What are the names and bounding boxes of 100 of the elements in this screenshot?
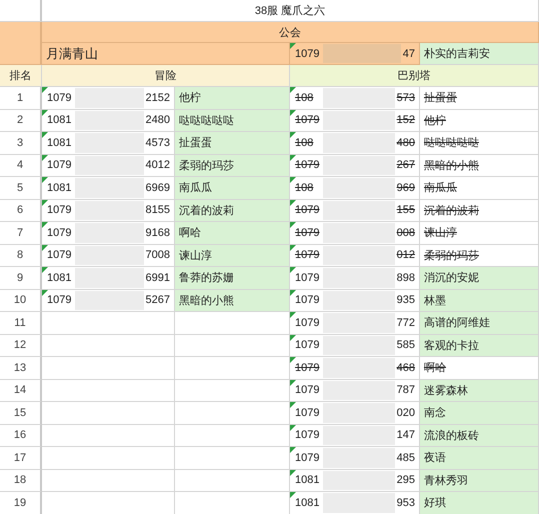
corner-triangle-icon <box>42 110 48 116</box>
blurred-region <box>323 178 395 198</box>
id-suffix: 008 <box>396 226 415 239</box>
row-number: 18 <box>0 470 42 492</box>
corner-triangle-icon <box>290 334 296 340</box>
id-prefix: 1079 <box>295 272 320 284</box>
blurred-region <box>323 200 395 220</box>
table-cell: 扯蛋蛋 <box>420 87 539 110</box>
id-prefix: 1081 <box>47 136 72 149</box>
id-prefix: 1079 <box>47 294 72 306</box>
corner-triangle-icon <box>290 424 296 430</box>
blurred-region <box>323 358 395 378</box>
id-prefix: 1079 <box>47 249 72 262</box>
row-number: 2 <box>0 110 42 132</box>
corner-triangle-icon <box>290 110 296 116</box>
id-prefix: 108 <box>295 136 314 149</box>
id-suffix: 4012 <box>146 159 170 172</box>
table-cell: 南瓜瓜 <box>175 177 290 200</box>
id-suffix: 585 <box>396 339 415 352</box>
id-suffix: 9168 <box>146 226 170 239</box>
sheet-title: 38服 魔爪之六 <box>42 0 539 22</box>
id-suffix: 898 <box>396 272 415 284</box>
table-cell: 黑暗的小熊 <box>175 290 290 312</box>
id-suffix: 147 <box>396 429 415 442</box>
row-number: 8 <box>0 244 42 267</box>
guild-header: 公会 <box>42 22 539 43</box>
corner-triangle-icon <box>290 290 296 296</box>
corner-triangle-icon <box>290 132 296 138</box>
header-cell <box>0 22 42 65</box>
corner-triangle-icon <box>42 267 48 273</box>
corner-triangle-icon <box>290 154 296 160</box>
table-cell: 哒哒哒哒哒 <box>420 132 539 154</box>
id-prefix: 1079 <box>295 452 320 464</box>
table-cell: 青林秀羽 <box>420 470 539 492</box>
id-suffix: 935 <box>396 294 415 306</box>
id-prefix: 1079 <box>295 316 320 329</box>
row-number: 17 <box>0 447 42 470</box>
table-cell: 流浪的板砖 <box>420 424 539 447</box>
row-number: 11 <box>0 312 42 334</box>
table-cell: 柔弱的玛莎 <box>420 244 539 267</box>
row-number: 9 <box>0 267 42 290</box>
id-prefix: 1079 <box>295 339 320 352</box>
table-cell: 他柠 <box>175 87 290 110</box>
table-cell: 南瓜瓜 <box>420 177 539 200</box>
row-number: 16 <box>0 424 42 447</box>
blurred-region <box>323 380 395 400</box>
row-number: 12 <box>0 334 42 357</box>
section-header: 冒险 <box>42 65 290 87</box>
table-cell: 迷雾森林 <box>420 380 539 402</box>
section-header: 巴别塔 <box>290 65 539 87</box>
id-suffix: 012 <box>396 249 415 262</box>
corner-triangle-icon <box>42 200 48 206</box>
id-prefix: 1079 <box>295 48 320 60</box>
blurred-region <box>323 223 395 242</box>
id-suffix: 6969 <box>146 182 170 194</box>
blurred-region <box>323 246 395 265</box>
id-prefix: 1079 <box>295 114 320 126</box>
blurred-region <box>323 313 395 332</box>
corner-triangle-icon <box>290 200 296 206</box>
corner-triangle-icon <box>290 402 296 408</box>
blurred-region <box>323 88 395 108</box>
corner-triangle-icon <box>290 87 296 93</box>
id-prefix: 1079 <box>295 226 320 239</box>
blurred-region <box>323 110 395 130</box>
id-prefix: 1079 <box>295 204 320 216</box>
id-prefix: 1081 <box>47 114 72 126</box>
table-cell: 扯蛋蛋 <box>175 132 290 154</box>
row-number: 5 <box>0 177 42 200</box>
table-cell: 沉着的波莉 <box>175 200 290 222</box>
blurred-region <box>323 133 395 152</box>
id-suffix: 2152 <box>146 92 170 104</box>
table-cell: 沉着的波莉 <box>420 200 539 222</box>
id-prefix: 1079 <box>295 406 320 419</box>
table-cell: 黑暗的小熊 <box>420 154 539 177</box>
id-prefix: 1081 <box>47 182 72 194</box>
corner-triangle-icon <box>42 177 48 183</box>
corner-triangle-icon <box>290 43 296 49</box>
table-cell: 好琪 <box>420 492 539 514</box>
table-cell: 谏山淳 <box>175 244 290 267</box>
id-prefix: 1079 <box>295 159 320 172</box>
id-suffix: 7008 <box>146 249 170 262</box>
id-prefix: 108 <box>295 182 314 194</box>
id-prefix: 1081 <box>295 474 320 486</box>
corner-triangle-icon <box>290 222 296 228</box>
table-cell: 客观的卡拉 <box>420 334 539 357</box>
blurred-region <box>323 448 395 468</box>
blurred-region <box>75 290 144 310</box>
corner-triangle-icon <box>290 447 296 453</box>
blurred-region <box>75 200 144 220</box>
row-number: 7 <box>0 222 42 244</box>
table-cell: 消沉的安妮 <box>420 267 539 290</box>
table-cell: 他柠 <box>420 110 539 132</box>
row-number: 14 <box>0 380 42 402</box>
corner-triangle-icon <box>290 267 296 273</box>
blurred-region <box>75 268 144 288</box>
id-prefix: 1079 <box>47 92 72 104</box>
corner-triangle-icon <box>290 357 296 363</box>
id-suffix: 152 <box>396 114 415 126</box>
table-cell: 朴实的吉莉安 <box>420 43 539 65</box>
corner-triangle-icon <box>42 87 48 93</box>
